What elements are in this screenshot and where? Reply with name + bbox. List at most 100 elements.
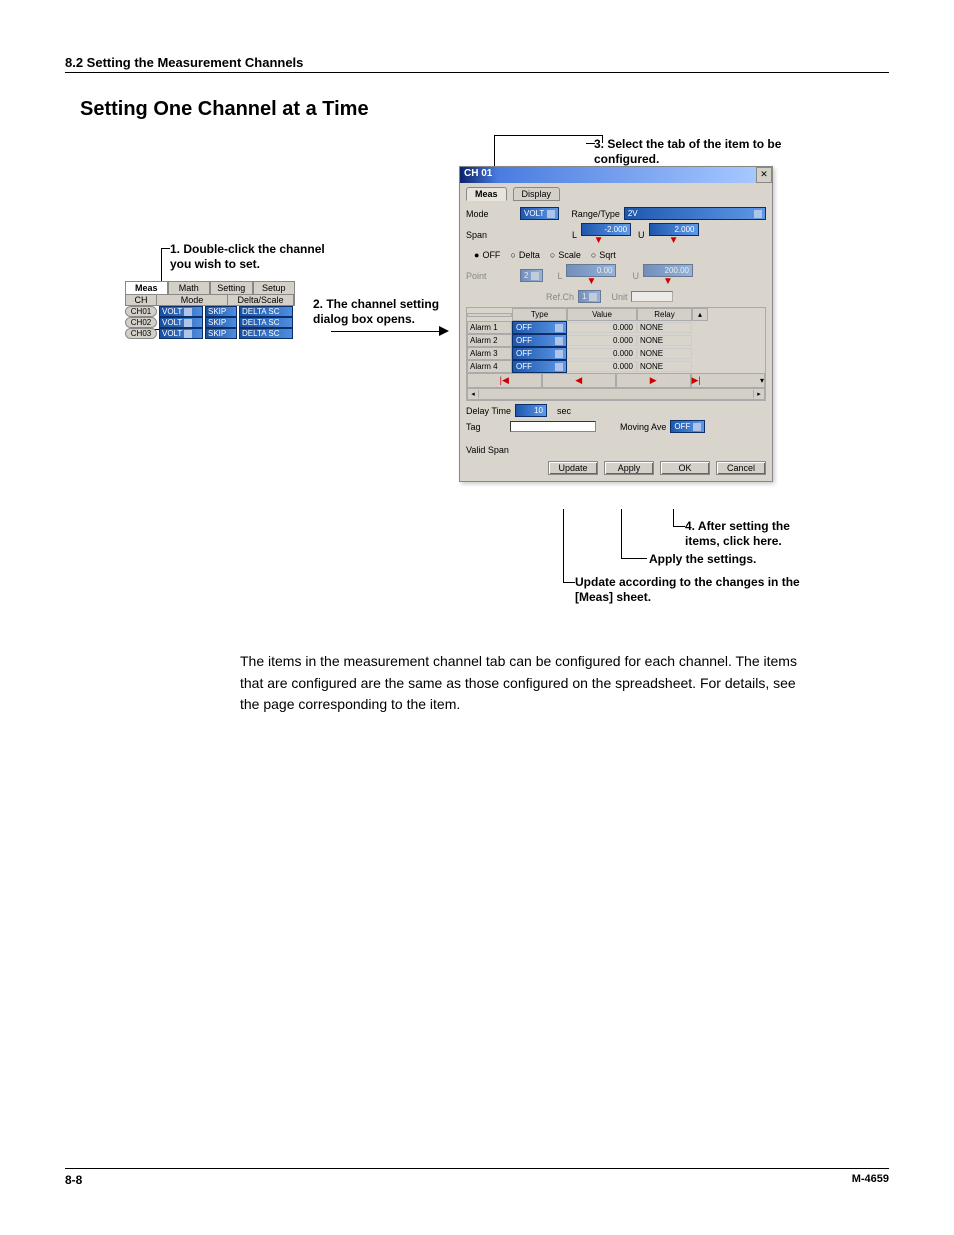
callout-1-tick xyxy=(161,248,170,249)
movave-select[interactable]: OFF xyxy=(670,420,705,433)
point-select[interactable]: 2 xyxy=(520,269,543,282)
ah0 xyxy=(467,313,512,317)
spreadsheet-tabs: Meas Math Setting Setup xyxy=(125,281,295,294)
alarm-row: Alarm 4OFF0.000NONE xyxy=(467,360,765,373)
alarm-relay[interactable]: NONE xyxy=(637,361,692,372)
col-mode: Mode xyxy=(157,295,228,305)
refch-select[interactable]: 1 xyxy=(578,290,601,303)
tab-setup[interactable]: Setup xyxy=(253,281,296,294)
tab-math[interactable]: Math xyxy=(168,281,211,294)
alarm-relay[interactable]: NONE xyxy=(637,348,692,359)
alarm-type-select[interactable]: OFF xyxy=(512,334,567,347)
radio-sqrt[interactable]: Sqrt xyxy=(591,250,616,260)
range-select[interactable]: 2V xyxy=(624,207,766,220)
scroll-right-icon[interactable]: ▸ xyxy=(753,390,764,398)
skip-cell[interactable]: SKIP xyxy=(205,306,237,317)
point-l-label: L xyxy=(557,271,562,281)
alarm-row: Alarm 1OFF0.000NONE xyxy=(467,321,765,334)
prev-icon[interactable]: ◀ xyxy=(575,375,582,386)
ds-cell[interactable]: DELTA SC xyxy=(239,306,293,317)
tag-input[interactable] xyxy=(510,421,596,432)
radio-scale[interactable]: Scale xyxy=(550,250,581,260)
alarm-value[interactable]: 0.000 xyxy=(567,361,637,372)
close-icon[interactable]: ✕ xyxy=(756,167,772,183)
dialog-titlebar: CH 01 ✕ xyxy=(460,167,772,183)
scroll-left-icon[interactable]: ◂ xyxy=(468,390,479,398)
first-icon[interactable]: |◀ xyxy=(500,375,509,386)
radio-off[interactable]: OFF xyxy=(474,250,500,260)
section-header: 8.2 Setting the Measurement Channels xyxy=(65,55,889,73)
ah-type: Type xyxy=(512,308,567,321)
cancel-button[interactable]: Cancel xyxy=(716,461,766,475)
unit-input[interactable] xyxy=(631,291,673,302)
apply-button[interactable]: Apply xyxy=(604,461,654,475)
next-icon[interactable]: ▶ xyxy=(650,375,657,386)
alarm-type-select[interactable]: OFF xyxy=(512,321,567,334)
point-label: Point xyxy=(466,271,516,281)
mode-radio-group: OFF Delta Scale Sqrt xyxy=(474,250,766,260)
ds-cell[interactable]: DELTA SC xyxy=(239,317,293,328)
mode-cell[interactable]: VOLT xyxy=(159,306,203,317)
callout-3-tick xyxy=(586,143,595,144)
alarm-row: Alarm 3OFF0.000NONE xyxy=(467,347,765,360)
alarm-value[interactable]: 0.000 xyxy=(567,322,637,333)
marker-icon: ▼ xyxy=(566,277,616,287)
channel-button[interactable]: CH01 xyxy=(125,306,157,317)
channel-dialog: CH 01 ✕ Meas Display Mode VOLT Range/Typ… xyxy=(459,166,773,482)
spreadsheet-window: Meas Math Setting Setup CH Mode Delta/Sc… xyxy=(125,281,295,339)
range-label: Range/Type xyxy=(571,209,620,219)
alarm-scrollbar[interactable]: ◂ ▸ xyxy=(467,388,765,400)
span-l-input[interactable]: -2.000 xyxy=(581,223,631,236)
alarm-header: Type Value Relay ▴ xyxy=(467,308,765,321)
alarm-relay[interactable]: NONE xyxy=(637,322,692,333)
diagram: 1. Double-click the channel you wish to … xyxy=(75,131,889,631)
callout-4-vline xyxy=(673,509,674,526)
col-ds: Delta/Scale xyxy=(228,295,294,305)
alarm-relay[interactable]: NONE xyxy=(637,335,692,346)
marker-icon: ▼ xyxy=(581,236,616,246)
table-row[interactable]: CH01VOLTSKIPDELTA SC xyxy=(125,306,295,317)
mode-label: Mode xyxy=(466,209,516,219)
mode-cell[interactable]: VOLT xyxy=(159,328,203,339)
ah-relay: Relay xyxy=(637,308,692,321)
alarm-value[interactable]: 0.000 xyxy=(567,348,637,359)
mode-cell[interactable]: VOLT xyxy=(159,317,203,328)
alarm-name: Alarm 2 xyxy=(467,334,512,347)
callout-2: 2. The channel setting dialog box opens. xyxy=(313,297,453,327)
span-l-label: L xyxy=(572,230,577,240)
skip-cell[interactable]: SKIP xyxy=(205,317,237,328)
alarm-type-select[interactable]: OFF xyxy=(512,347,567,360)
callout-3-vline2 xyxy=(494,135,495,167)
ds-cell[interactable]: DELTA SC xyxy=(239,328,293,339)
tag-label: Tag xyxy=(466,422,506,432)
ok-button[interactable]: OK xyxy=(660,461,710,475)
channel-button[interactable]: CH03 xyxy=(125,328,157,339)
radio-delta[interactable]: Delta xyxy=(510,250,539,260)
dialog-tab-display[interactable]: Display xyxy=(513,187,561,201)
skip-cell[interactable]: SKIP xyxy=(205,328,237,339)
dialog-tab-meas[interactable]: Meas xyxy=(466,187,507,201)
ah-scroll-down[interactable]: ▾ xyxy=(760,376,764,385)
tab-meas[interactable]: Meas xyxy=(125,281,168,294)
alarm-grid: Type Value Relay ▴ Alarm 1OFF0.000NONEAl… xyxy=(466,307,766,401)
update-button[interactable]: Update xyxy=(548,461,598,475)
table-row[interactable]: CH03VOLTSKIPDELTA SC xyxy=(125,328,295,339)
delay-unit: sec xyxy=(557,406,571,416)
callout-3: 3. Select the tab of the item to be conf… xyxy=(594,137,794,167)
channel-button[interactable]: CH02 xyxy=(125,317,157,328)
delay-label: Delay Time xyxy=(466,406,511,416)
alarm-value[interactable]: 0.000 xyxy=(567,335,637,346)
last-icon[interactable]: ▶| xyxy=(692,375,701,386)
delay-input[interactable]: 10 xyxy=(515,404,547,417)
callout-5-hline xyxy=(621,558,647,559)
table-row[interactable]: CH02VOLTSKIPDELTA SC xyxy=(125,317,295,328)
ah-scroll-up[interactable]: ▴ xyxy=(692,308,708,321)
tab-setting[interactable]: Setting xyxy=(210,281,253,294)
point-l-input[interactable]: 0.00 xyxy=(566,264,616,277)
arrow-right-icon xyxy=(439,326,449,336)
col-ch: CH xyxy=(126,295,157,305)
alarm-type-select[interactable]: OFF xyxy=(512,360,567,373)
mode-select[interactable]: VOLT xyxy=(520,207,559,220)
page-footer: 8-8 M-4659 xyxy=(65,1168,889,1187)
point-u-input[interactable]: 200.00 xyxy=(643,264,693,277)
